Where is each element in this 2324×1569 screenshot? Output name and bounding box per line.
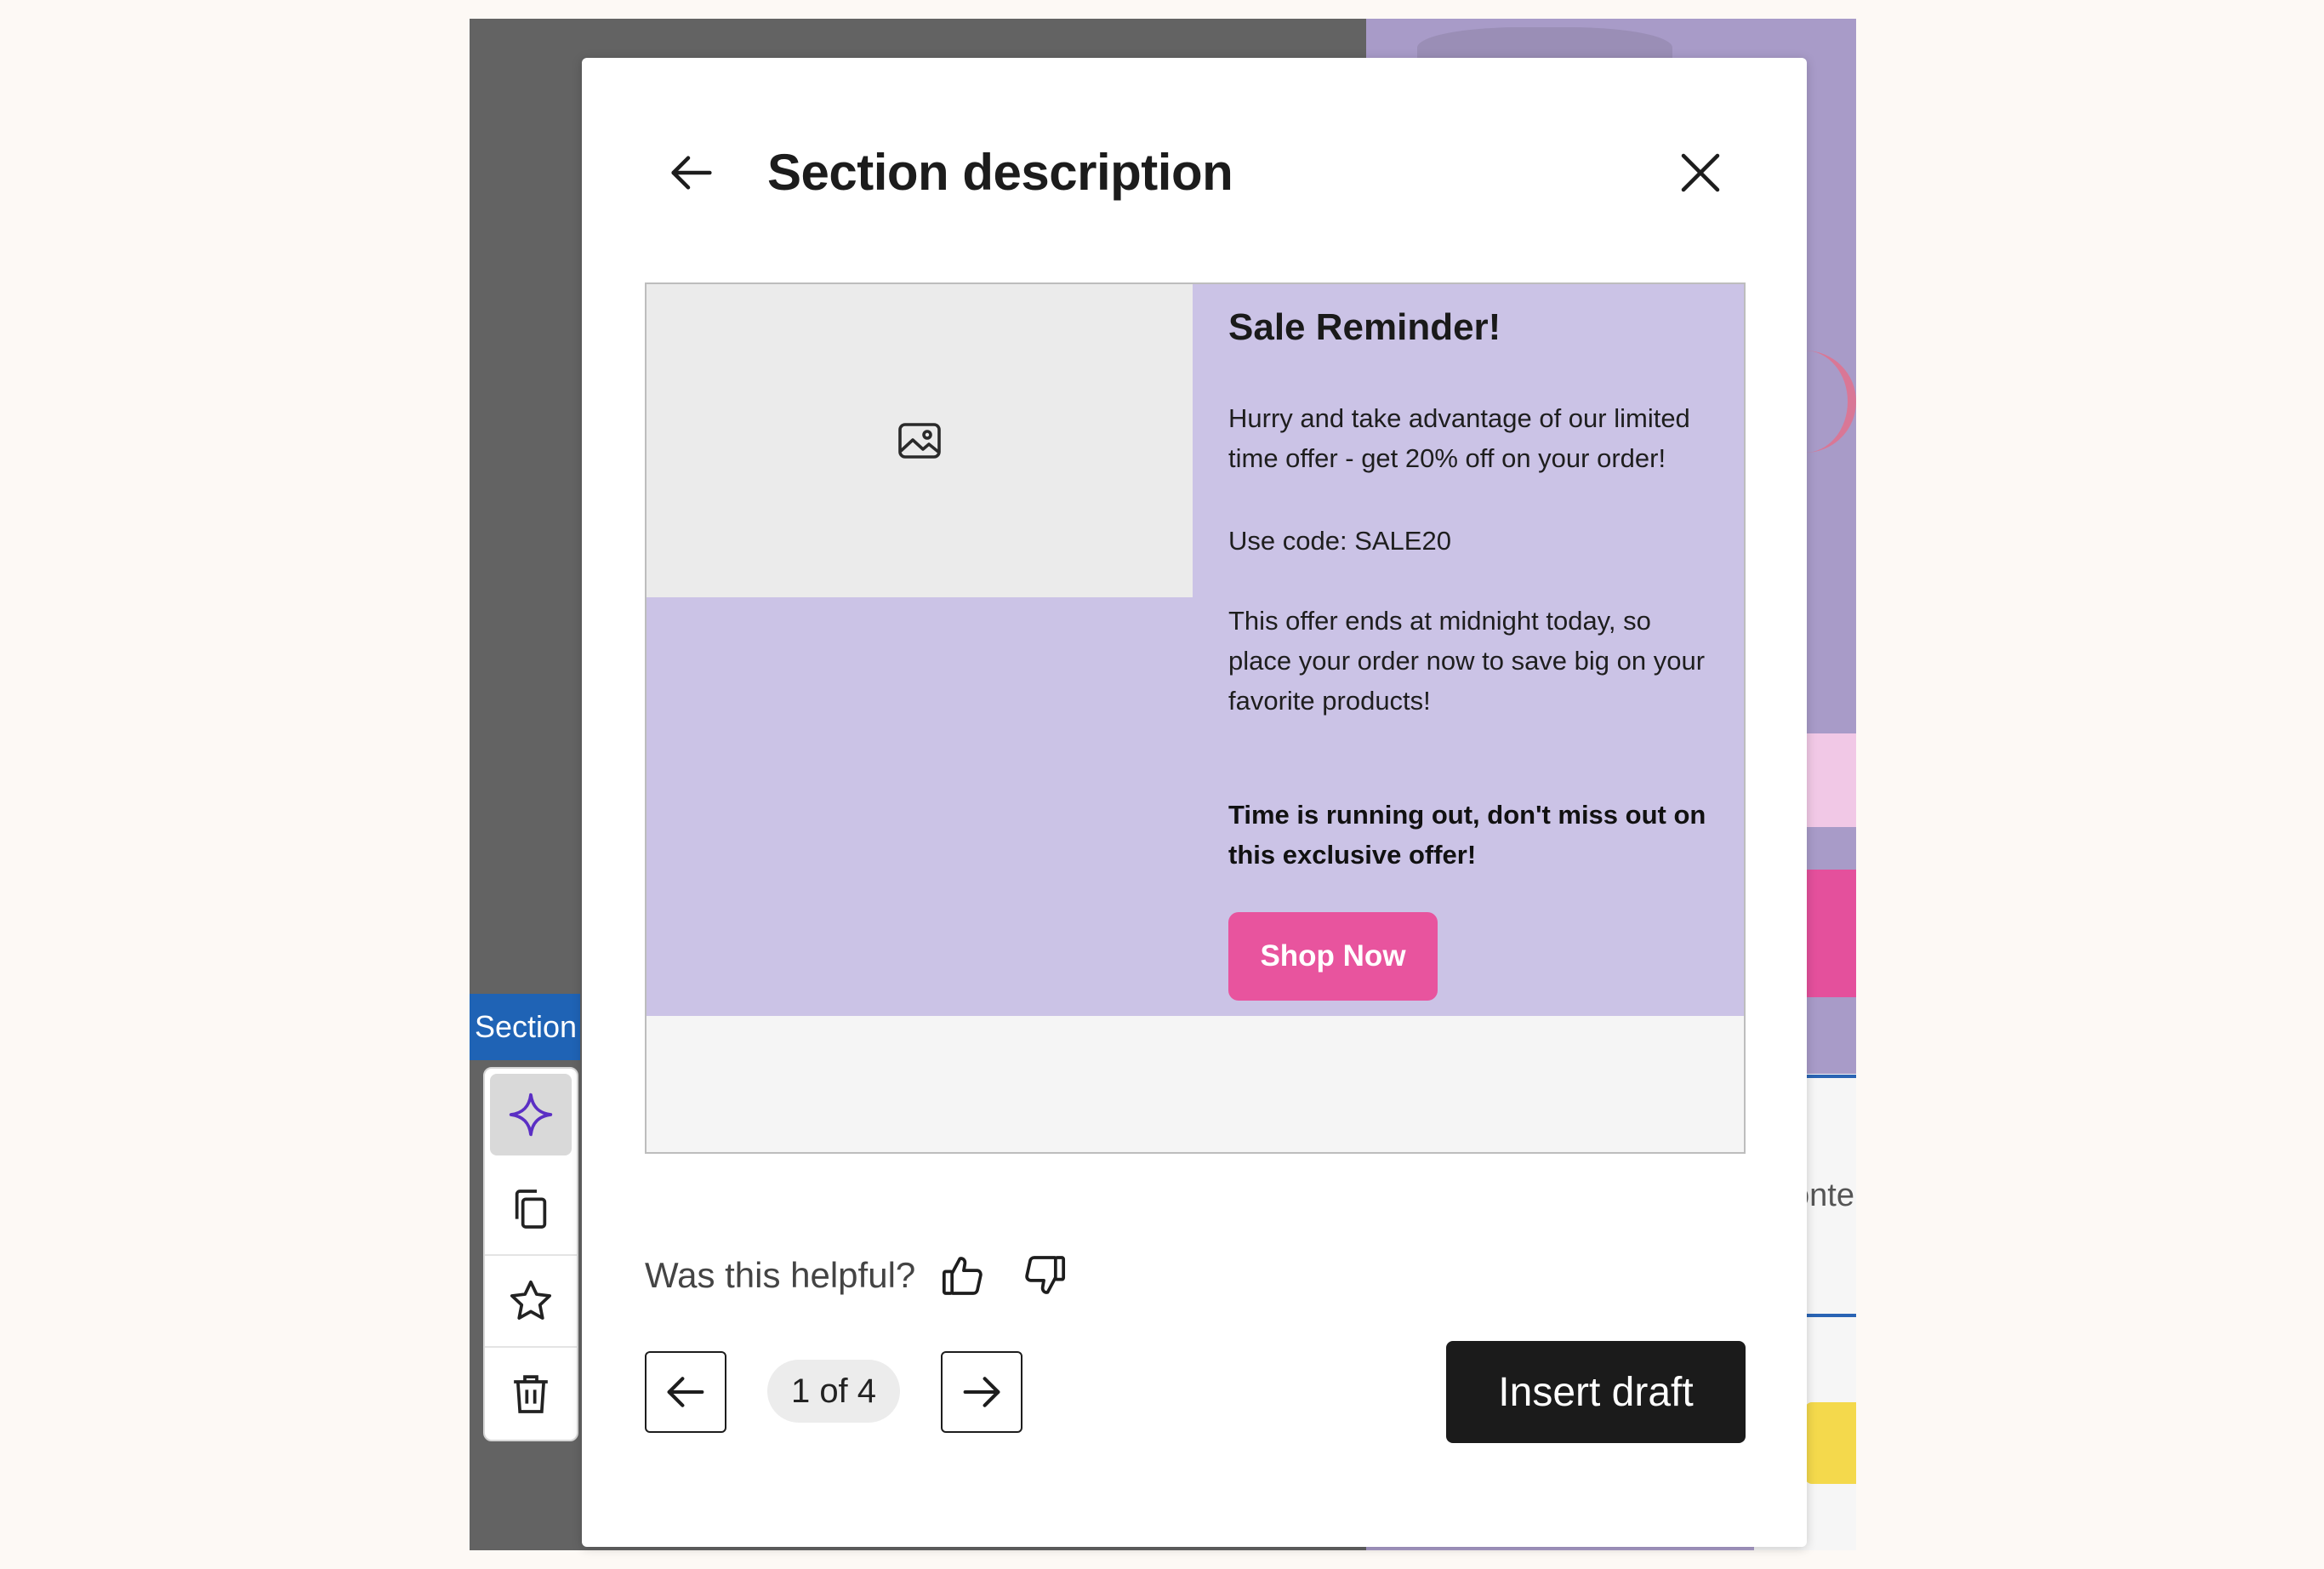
thumbs-up-button[interactable]	[932, 1245, 994, 1306]
image-icon	[898, 423, 941, 459]
close-button[interactable]	[1667, 140, 1734, 206]
background-block	[1805, 1402, 1856, 1484]
email-emphasis: Time is running out, don't miss out on t…	[1228, 800, 1706, 870]
page-indicator: 1 of 4	[767, 1360, 900, 1423]
close-icon	[1681, 153, 1720, 192]
insert-draft-button[interactable]: Insert draft	[1446, 1341, 1746, 1443]
arrow-right-icon	[963, 1377, 1000, 1407]
email-heading: Sale Reminder!	[1228, 306, 1501, 348]
email-paragraph: This offer ends at midnight today, so pl…	[1228, 606, 1706, 716]
duplicate-button[interactable]	[485, 1164, 577, 1256]
email-section: Sale Reminder! Hurry and take advantage …	[647, 284, 1744, 1016]
previous-draft-button[interactable]	[645, 1351, 726, 1433]
email-paragraph: Hurry and take advantage of our limited …	[1228, 403, 1690, 473]
section-description-modal: Section description Sale Reminder! Hurry…	[582, 58, 1807, 1547]
sparkle-icon	[509, 1093, 553, 1137]
feedback-label: Was this helpful?	[645, 1255, 916, 1295]
promo-code-text: Use code: SALE20	[1228, 526, 1451, 556]
delete-button[interactable]	[485, 1348, 577, 1440]
back-button[interactable]	[658, 140, 725, 206]
thumbs-down-icon	[1025, 1256, 1066, 1294]
next-draft-button[interactable]	[941, 1351, 1022, 1433]
copy-icon	[515, 1190, 547, 1229]
arrow-left-icon	[671, 156, 712, 190]
section-tab[interactable]: Section	[470, 994, 580, 1060]
arrow-left-icon	[667, 1377, 704, 1407]
section-toolbar	[483, 1067, 578, 1441]
trash-icon	[514, 1375, 548, 1413]
modal-header: Section description	[582, 58, 1807, 228]
thumbs-up-icon	[943, 1257, 983, 1295]
section-preview: Sale Reminder! Hurry and take advantage …	[645, 282, 1746, 1154]
feedback-row: Was this helpful?	[645, 1246, 1096, 1305]
thumbs-down-button[interactable]	[1014, 1245, 1075, 1306]
image-placeholder	[647, 284, 1193, 597]
star-icon	[510, 1280, 552, 1320]
ai-sparkle-button[interactable]	[490, 1074, 572, 1155]
modal-title: Section description	[767, 144, 1233, 201]
favorite-button[interactable]	[485, 1256, 577, 1348]
shop-now-button: Shop Now	[1228, 912, 1438, 1001]
